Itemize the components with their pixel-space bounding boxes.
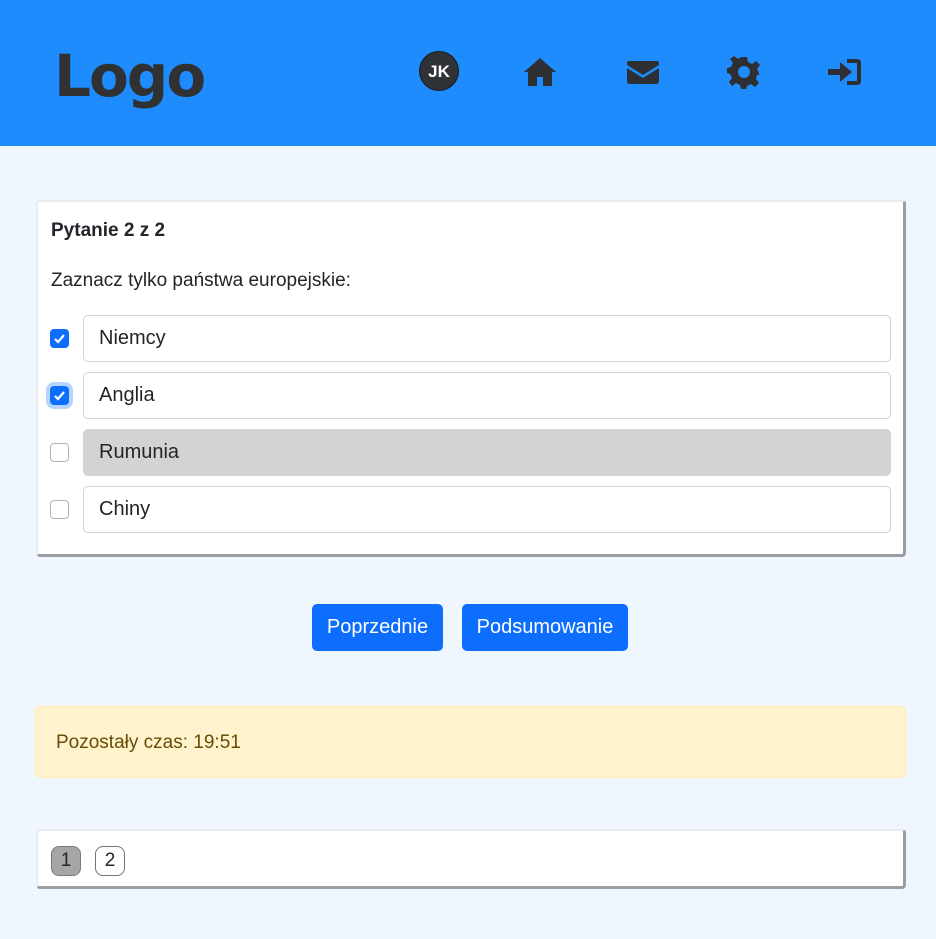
sign-in-icon[interactable]	[827, 54, 863, 90]
option-checkbox[interactable]	[50, 443, 69, 462]
summary-button[interactable]: Podsumowanie	[462, 604, 628, 651]
question-title: Pytanie 2 z 2	[51, 220, 166, 241]
logo[interactable]: Logo	[54, 40, 206, 112]
option-label[interactable]: Chiny	[83, 486, 891, 533]
option-checkbox[interactable]	[50, 500, 69, 519]
envelope-icon[interactable]	[625, 54, 661, 90]
option-label[interactable]: Rumunia	[83, 429, 891, 476]
check-icon	[54, 334, 65, 344]
check-icon	[54, 391, 65, 401]
timer-alert: Pozostały czas: 19:51	[35, 706, 906, 778]
question-text: Zaznacz tylko państwa europejskie:	[51, 270, 351, 291]
option-label[interactable]: Anglia	[83, 372, 891, 419]
home-icon[interactable]	[522, 54, 558, 90]
header: Logo JK	[0, 0, 936, 146]
pagination-card: 1 2	[36, 829, 906, 889]
option-anglia: Anglia	[50, 372, 891, 419]
page-button-1[interactable]: 1	[51, 846, 81, 876]
option-rumunia: Rumunia	[50, 429, 891, 476]
option-checkbox[interactable]	[50, 329, 69, 348]
user-avatar[interactable]: JK	[419, 51, 459, 91]
previous-button[interactable]: Poprzednie	[312, 604, 443, 651]
option-chiny: Chiny	[50, 486, 891, 533]
question-card: Pytanie 2 z 2 Zaznacz tylko państwa euro…	[36, 200, 906, 557]
page-button-2[interactable]: 2	[95, 846, 125, 876]
option-niemcy: Niemcy	[50, 315, 891, 362]
gear-icon[interactable]	[726, 54, 762, 90]
option-checkbox[interactable]	[50, 386, 69, 405]
option-label[interactable]: Niemcy	[83, 315, 891, 362]
